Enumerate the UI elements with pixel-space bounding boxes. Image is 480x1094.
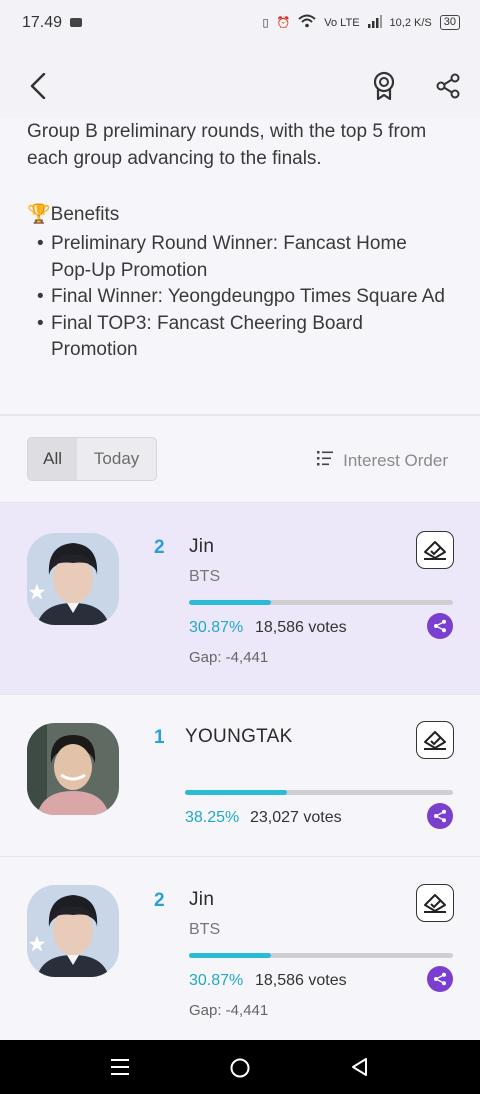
vote-button[interactable] bbox=[416, 721, 454, 759]
avatar bbox=[27, 885, 119, 977]
share-icon bbox=[434, 809, 446, 823]
rank-number: 1 bbox=[154, 727, 165, 748]
star-icon bbox=[28, 583, 46, 600]
artist-name: Jin bbox=[189, 889, 215, 910]
artist-name: Jin bbox=[189, 536, 215, 557]
award-badge-icon[interactable] bbox=[364, 66, 404, 106]
vote-percent: 38.25% bbox=[185, 809, 240, 826]
period-toggle: All Today bbox=[27, 437, 157, 481]
artist-name: YOUNGTAK bbox=[185, 726, 293, 747]
vote-percent: 30.87% bbox=[189, 619, 244, 636]
filter-bar: All Today Interest Order bbox=[0, 416, 480, 502]
tab-all[interactable]: All bbox=[28, 438, 78, 480]
share-button[interactable] bbox=[427, 803, 453, 829]
benefits-title: 🏆Benefits bbox=[27, 204, 120, 225]
progress-fill bbox=[185, 790, 287, 795]
sort-list-icon bbox=[317, 450, 334, 471]
vote-progress-bar bbox=[185, 790, 453, 795]
wifi-icon bbox=[298, 14, 316, 31]
sort-button[interactable]: Interest Order bbox=[317, 450, 448, 471]
share-icon bbox=[434, 972, 446, 986]
vote-ballot-icon bbox=[424, 541, 446, 560]
progress-fill bbox=[189, 600, 271, 605]
vibrate-icon: ▯ bbox=[262, 17, 269, 29]
avatar bbox=[27, 533, 119, 625]
progress-fill bbox=[189, 953, 271, 958]
vote-count: 18,586 votes bbox=[255, 619, 347, 636]
description-text: Group B preliminary rounds, with the top… bbox=[27, 121, 427, 169]
star-icon bbox=[28, 935, 46, 952]
net-speed: 10,2 K/S bbox=[389, 16, 432, 29]
group-name: BTS bbox=[189, 921, 221, 938]
system-nav-bar bbox=[0, 1040, 480, 1094]
status-time: 17.49 bbox=[22, 14, 63, 31]
vote-gap: Gap: -4,441 bbox=[189, 649, 269, 666]
vote-count: 23,027 votes bbox=[250, 809, 342, 826]
battery-icon: 30 bbox=[439, 15, 460, 30]
vote-progress-bar bbox=[189, 953, 453, 958]
benefit-item: Preliminary Round Winner: Fancast Home P… bbox=[37, 231, 447, 284]
group-name: BTS bbox=[189, 568, 221, 585]
signal-icon bbox=[367, 14, 382, 31]
share-icon bbox=[434, 619, 446, 633]
recent-apps-icon[interactable] bbox=[110, 1058, 130, 1076]
status-icons: ▯ ⏰ Vo LTE 10,2 K/S 30 bbox=[262, 14, 460, 31]
back-nav-icon[interactable] bbox=[350, 1057, 368, 1077]
rank-number: 2 bbox=[154, 537, 165, 558]
app-bar bbox=[0, 48, 480, 122]
home-icon[interactable] bbox=[229, 1057, 251, 1079]
vote-ballot-icon bbox=[424, 731, 446, 750]
ranking-card[interactable]: 2 Jin BTS 30.87% 18,586 votes Gap: -4,44… bbox=[0, 856, 480, 1040]
benefits-list: Preliminary Round Winner: Fancast Home P… bbox=[37, 231, 447, 364]
vote-button[interactable] bbox=[416, 531, 454, 569]
vote-percent: 30.87% bbox=[189, 972, 244, 989]
vote-ballot-icon bbox=[424, 894, 446, 913]
screen-record-icon bbox=[70, 18, 82, 27]
share-button[interactable] bbox=[427, 966, 453, 992]
vote-button[interactable] bbox=[416, 884, 454, 922]
vote-gap: Gap: -4,441 bbox=[189, 1002, 269, 1019]
avatar bbox=[27, 723, 119, 815]
vote-progress-bar bbox=[189, 600, 453, 605]
benefit-item: Final Winner: Yeongdeungpo Times Square … bbox=[37, 284, 447, 311]
back-arrow-icon[interactable] bbox=[18, 66, 58, 106]
sort-label: Interest Order bbox=[343, 450, 448, 470]
event-description: Group B preliminary rounds, with the top… bbox=[0, 118, 480, 414]
rank-number: 2 bbox=[154, 890, 165, 911]
status-bar: 17.49 ▯ ⏰ Vo LTE 10,2 K/S 30 bbox=[0, 0, 480, 48]
share-button[interactable] bbox=[427, 613, 453, 639]
alarm-icon: ⏰ bbox=[276, 17, 291, 29]
benefit-item: Final TOP3: Fancast Cheering Board Promo… bbox=[37, 311, 447, 364]
ranking-card[interactable]: 2 Jin BTS 30.87% 18,586 votes Gap: -4,44… bbox=[0, 502, 480, 694]
vote-count: 18,586 votes bbox=[255, 972, 347, 989]
share-icon[interactable] bbox=[428, 66, 468, 106]
ranking-card[interactable]: 1 YOUNGTAK 38.25% 23,027 votes bbox=[0, 694, 480, 856]
tab-today[interactable]: Today bbox=[77, 438, 156, 480]
network-label: Vo LTE bbox=[324, 16, 360, 29]
